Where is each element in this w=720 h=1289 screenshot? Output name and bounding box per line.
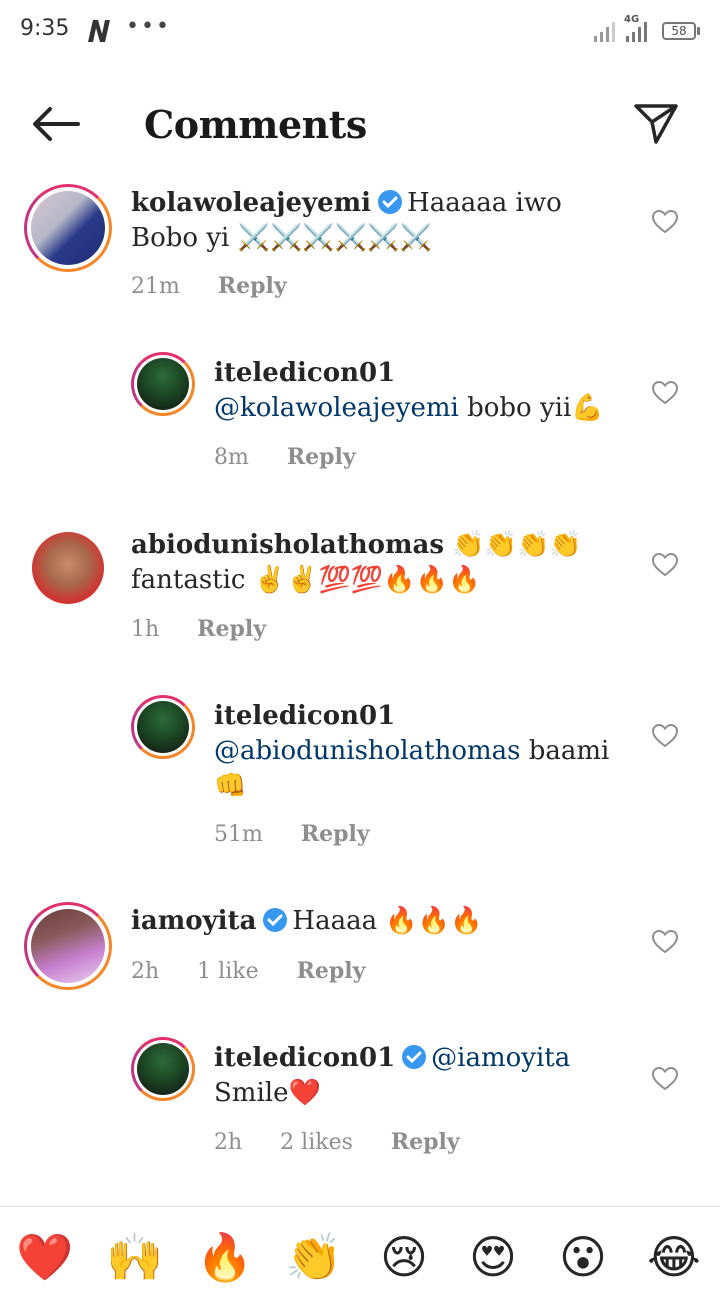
battery-icon: 58	[662, 22, 696, 40]
reaction-fire[interactable]: 🔥	[193, 1225, 257, 1289]
page-title: Comments	[144, 102, 367, 147]
signal-icon	[594, 22, 615, 42]
comment-meta: 2h 2 likes Reply	[214, 1129, 498, 1155]
like-heart-icon[interactable]	[652, 1067, 678, 1091]
like-heart-icon[interactable]	[652, 553, 678, 577]
comment-time: 8m	[214, 445, 249, 470]
reply-button[interactable]: Reply	[218, 273, 287, 299]
comment-emoji: 👊	[214, 771, 247, 801]
like-heart-icon[interactable]	[652, 381, 678, 405]
comment-text: baami	[520, 736, 610, 766]
comment-meta: 2h 1 like Reply	[131, 958, 403, 984]
reply-button[interactable]: Reply	[301, 821, 370, 847]
comment-username[interactable]: iteledicon01	[214, 1043, 395, 1073]
reaction-heart[interactable]: ❤️	[13, 1225, 77, 1289]
like-heart-icon[interactable]	[652, 724, 678, 748]
verified-badge-icon	[378, 190, 403, 214]
comment-meta: 8m Reply	[214, 444, 394, 470]
reaction-crying[interactable]: 😢	[372, 1225, 436, 1289]
comment-text: Haaaa 🔥🔥🔥	[292, 906, 483, 936]
avatar[interactable]	[131, 695, 195, 759]
reply-button[interactable]: Reply	[391, 1129, 460, 1155]
avatar[interactable]	[131, 352, 195, 416]
mention-link[interactable]: @abiodunisholathomas	[214, 736, 520, 766]
like-count[interactable]: 1 like	[197, 959, 258, 984]
reply-button[interactable]: Reply	[197, 616, 266, 642]
reply-button[interactable]: Reply	[287, 444, 356, 470]
mention-link[interactable]: @iamoyita	[431, 1043, 570, 1073]
signal-4g-icon	[626, 22, 647, 42]
paper-plane-icon[interactable]	[630, 98, 682, 146]
reaction-laughing[interactable]: 😂	[642, 1225, 706, 1289]
quick-reaction-bar: ❤️ 🙌 🔥 👏 😢 😍 😮 😂	[0, 1207, 720, 1286]
mention-link[interactable]: @kolawoleajeyemi	[214, 393, 459, 423]
reaction-raised-hands[interactable]: 🙌	[103, 1225, 167, 1289]
avatar[interactable]	[131, 1037, 195, 1101]
like-heart-icon[interactable]	[652, 930, 678, 954]
comment-time: 2h	[214, 1130, 243, 1155]
reaction-heart-eyes[interactable]: 😍	[461, 1225, 525, 1289]
comment-meta: 21m Reply	[131, 273, 325, 299]
comment-text: fantastic ✌✌💯💯🔥🔥🔥	[131, 565, 481, 595]
header: Comments	[0, 62, 720, 182]
like-count[interactable]: 2 likes	[280, 1130, 353, 1155]
avatar[interactable]	[24, 184, 112, 272]
comment-username[interactable]: iteledicon01	[214, 358, 395, 388]
comment-time: 1h	[131, 617, 160, 642]
status-time: 9:35	[20, 16, 70, 41]
battery-tip	[697, 27, 700, 35]
comment-text: Haaaaa iwo	[407, 188, 562, 218]
comment-time: 21m	[131, 274, 180, 299]
comment-username[interactable]: iamoyita	[131, 906, 256, 936]
avatar[interactable]	[32, 532, 104, 604]
comment-text-line2: Bobo yi ⚔️⚔️⚔️⚔️⚔️⚔️	[131, 223, 432, 253]
status-bar: 9:35 ••• 4G 58	[0, 0, 720, 62]
verified-badge-icon	[402, 1045, 427, 1069]
comment-meta: 1h Reply	[131, 616, 304, 642]
comment-text: bobo yii💪	[458, 393, 604, 423]
back-arrow-icon[interactable]	[30, 104, 82, 144]
comment-emojis: 👏👏👏👏	[452, 530, 582, 560]
comment-text: Smile❤️	[214, 1078, 321, 1108]
comment-time: 2h	[131, 959, 160, 984]
like-heart-icon[interactable]	[652, 210, 678, 234]
more-notifications-icon: •••	[126, 14, 171, 39]
verified-badge-icon	[263, 908, 288, 932]
reaction-surprised[interactable]: 😮	[551, 1225, 615, 1289]
comment-username[interactable]: kolawoleajeyemi	[131, 188, 371, 218]
comment-meta: 51m Reply	[214, 821, 408, 847]
reply-button[interactable]: Reply	[297, 958, 366, 984]
app-notification-icon	[88, 20, 110, 42]
comment-username[interactable]: iteledicon01	[214, 701, 395, 731]
comment-username[interactable]: abiodunisholathomas	[131, 530, 444, 560]
comment-time: 51m	[214, 822, 263, 847]
reaction-clap[interactable]: 👏	[282, 1225, 346, 1289]
avatar[interactable]	[24, 902, 112, 990]
